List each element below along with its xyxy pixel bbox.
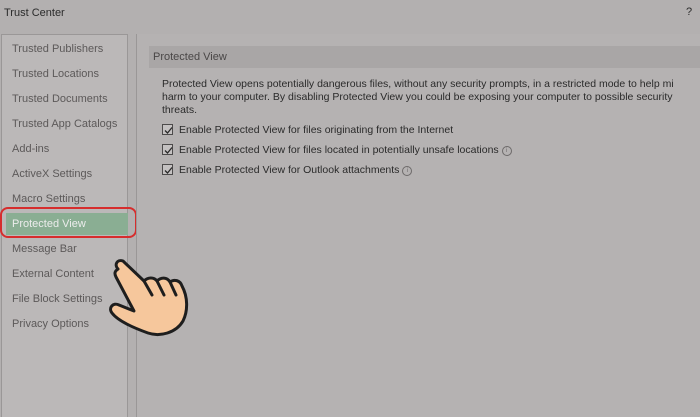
sidebar-item-privacy-options[interactable]: Privacy Options xyxy=(12,313,126,335)
sidebar-item-label: Trusted Documents xyxy=(12,93,108,105)
section-title: Protected View xyxy=(153,51,227,63)
sidebar-item-label: Add-ins xyxy=(12,143,50,155)
sidebar-item-label: Macro Settings xyxy=(12,193,86,205)
checkmark-icon xyxy=(164,147,173,154)
sidebar-item-label: File Block Settings xyxy=(12,293,103,305)
sidebar-item-label: Protected View xyxy=(12,218,86,230)
title-bar: Trust Center ? xyxy=(0,0,700,28)
option-label-wrap: Enable Protected View for files located … xyxy=(179,144,512,156)
checkbox-unsafe-locations[interactable] xyxy=(162,144,173,155)
checkmark-icon xyxy=(164,127,173,134)
section-header: Protected View xyxy=(149,46,700,68)
sidebar-item-trusted-app-catalogs[interactable]: Trusted App Catalogs xyxy=(12,113,126,135)
checkbox-outlook-attachments[interactable] xyxy=(162,164,173,175)
window-title: Trust Center xyxy=(4,7,65,19)
sidebar-item-label: Message Bar xyxy=(12,243,77,255)
help-button[interactable]: ? xyxy=(684,6,694,18)
sidebar-item-trusted-locations[interactable]: Trusted Locations xyxy=(12,63,126,85)
sidebar-item-label: Trusted Publishers xyxy=(12,43,104,55)
sidebar-item-trusted-publishers[interactable]: Trusted Publishers xyxy=(12,38,126,60)
info-icon[interactable]: i xyxy=(402,166,413,176)
sidebar-item-file-block-settings[interactable]: File Block Settings xyxy=(12,288,126,310)
info-icon[interactable]: i xyxy=(501,146,512,156)
option-label: Enable Protected View for files located … xyxy=(179,144,499,156)
sidebar-item-label: Trusted Locations xyxy=(12,68,100,80)
checkbox-internet-files[interactable] xyxy=(162,124,173,135)
option-label: Enable Protected View for Outlook attach… xyxy=(179,164,400,176)
sidebar-item-message-bar[interactable]: Message Bar xyxy=(12,238,126,260)
sidebar-item-macro-settings[interactable]: Macro Settings xyxy=(12,188,126,210)
sidebar-item-add-ins[interactable]: Add-ins xyxy=(12,138,126,160)
main-panel: Protected View Protected View opens pote… xyxy=(136,34,700,417)
description-text: Protected View opens potentially dangero… xyxy=(162,78,674,116)
sidebar-item-external-content[interactable]: External Content xyxy=(12,263,126,285)
sidebar-item-label: Privacy Options xyxy=(12,318,90,330)
sidebar-item-label: ActiveX Settings xyxy=(12,168,93,180)
sidebar-item-trusted-documents[interactable]: Trusted Documents xyxy=(12,88,126,110)
sidebar-item-activex-settings[interactable]: ActiveX Settings xyxy=(12,163,126,185)
sidebar-item-label: Trusted App Catalogs xyxy=(12,118,118,130)
sidebar: Trusted Publishers Trusted Locations Tru… xyxy=(1,34,128,417)
option-label: Enable Protected View for files originat… xyxy=(179,124,454,136)
sidebar-item-protected-view[interactable]: Protected View xyxy=(6,213,128,235)
sidebar-item-label: External Content xyxy=(12,268,94,280)
option-label-wrap: Enable Protected View for Outlook attach… xyxy=(179,164,413,176)
checkmark-icon xyxy=(164,167,173,174)
